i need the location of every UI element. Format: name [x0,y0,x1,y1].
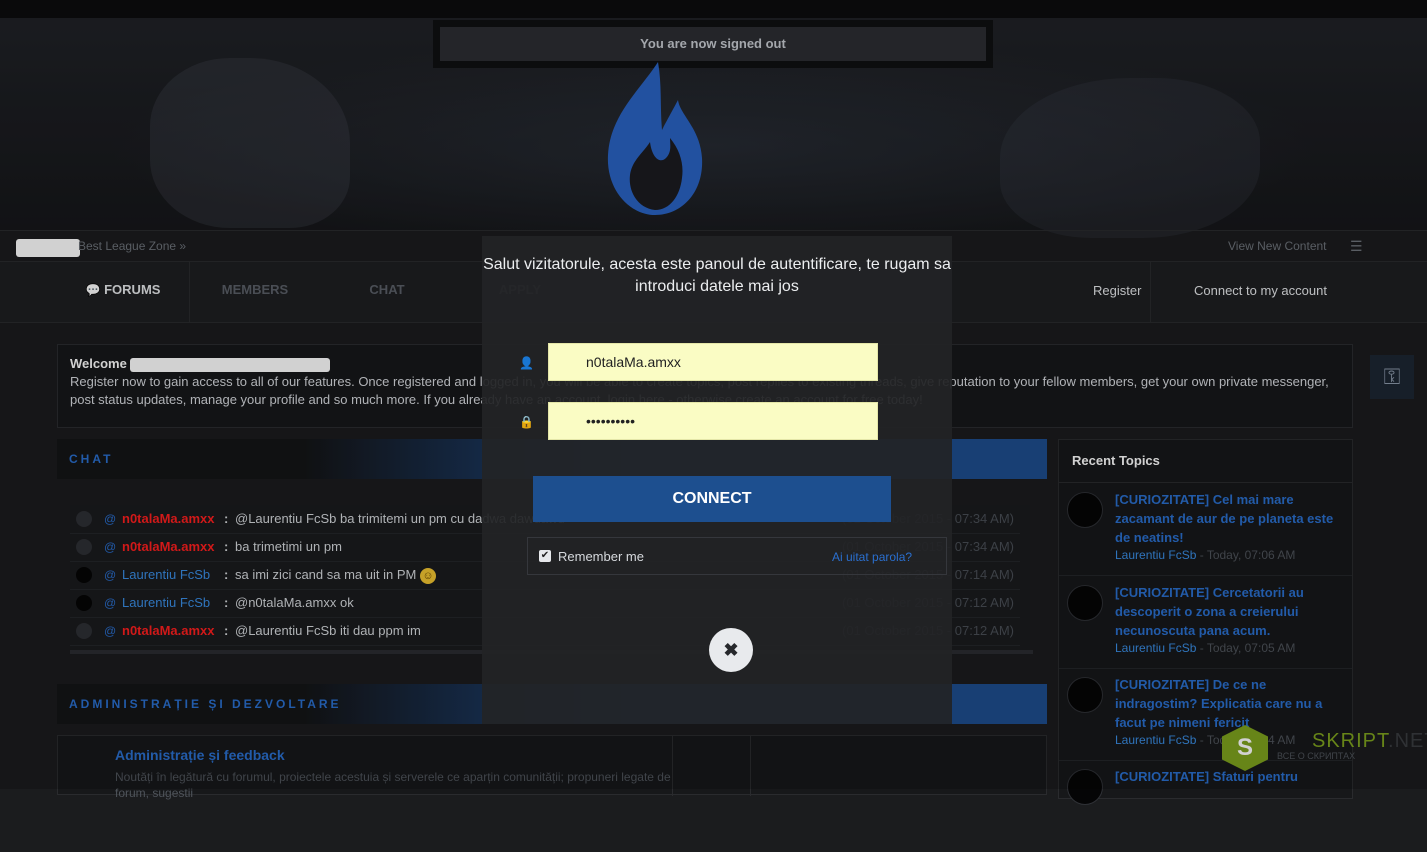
remember-checkbox[interactable]: ✔ [539,550,551,562]
lock-icon: 🔒 [519,415,534,429]
user-icon: 👤 [519,356,534,370]
close-icon[interactable]: ✖ [709,628,753,672]
login-intro: Salut vizitatorule, acesta este panoul d… [483,256,951,295]
login-modal: Salut vizitatorule, acesta este panoul d… [482,236,952,724]
remember-label[interactable]: Remember me [558,549,644,564]
password-input[interactable] [548,402,878,440]
forgot-password-link[interactable]: Ai uitat parola? [832,550,912,564]
username-input[interactable] [548,343,878,381]
connect-button[interactable]: CONNECT [533,476,891,522]
remember-row: ✔ Remember me Ai uitat parola? [527,537,947,575]
